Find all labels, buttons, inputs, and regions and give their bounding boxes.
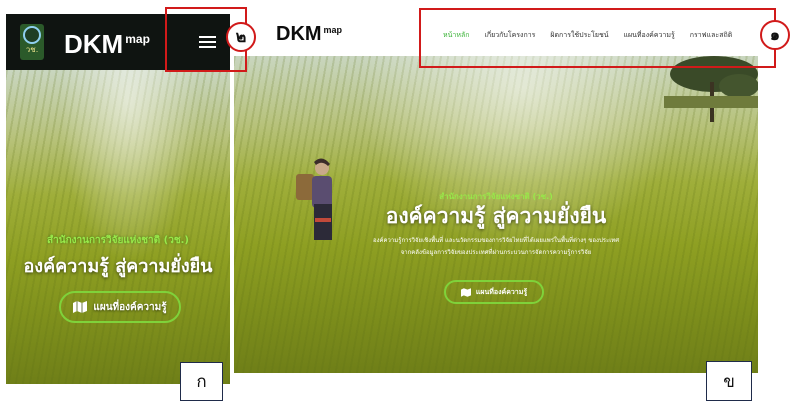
nrct-logo[interactable]: วช.: [20, 24, 44, 60]
brand-logo[interactable]: DKM map: [64, 29, 150, 60]
brand-logo[interactable]: DKM map: [276, 23, 342, 46]
brand-name: DKM: [64, 29, 124, 59]
mobile-view: วช. DKM map สำนักงานการวิจัยแห่งชาติ (วช.…: [6, 14, 230, 403]
knowledge-map-button[interactable]: แผนที่องค์ความรู้: [59, 291, 181, 323]
brand-sup: map: [125, 32, 150, 46]
map-icon: [460, 287, 471, 297]
brand-sup: map: [323, 25, 343, 35]
hero-subtitle: สำนักงานการวิจัยแห่งชาติ (วช.): [47, 235, 189, 246]
knowledge-map-label: แผนที่องค์ความรู้: [475, 287, 528, 296]
knowledge-map-label: แผนที่องค์ความรู้: [93, 301, 167, 313]
logo-text: วช.: [25, 45, 39, 54]
hero-description-line-1: องค์ความรู้การวิจัยเชิงพื้นที่ และนวัตกร…: [372, 237, 620, 244]
panel-label-a: ก: [180, 362, 223, 401]
hero-title: องค์ความรู้ สู่ความยั่งยืน: [385, 204, 607, 228]
hero-banner: [6, 70, 230, 384]
content-card: [242, 373, 758, 403]
panel-label-b: ข: [706, 361, 752, 401]
emblem-icon: [23, 26, 41, 44]
brand-name: DKM: [276, 23, 322, 45]
annotation-marker-1: ๑: [760, 20, 790, 50]
map-icon: [73, 301, 88, 313]
hero-description-line-2: จากคลังข้อมูลการวิจัยของประเทศที่ผ่านกระ…: [400, 249, 592, 256]
knowledge-map-button[interactable]: แผนที่องค์ความรู้: [444, 280, 544, 304]
annotation-box-nav: [419, 8, 776, 68]
hero-title: องค์ความรู้ สู่ความยั่งยืน: [23, 256, 213, 277]
annotation-marker-2: ๒: [226, 22, 256, 52]
